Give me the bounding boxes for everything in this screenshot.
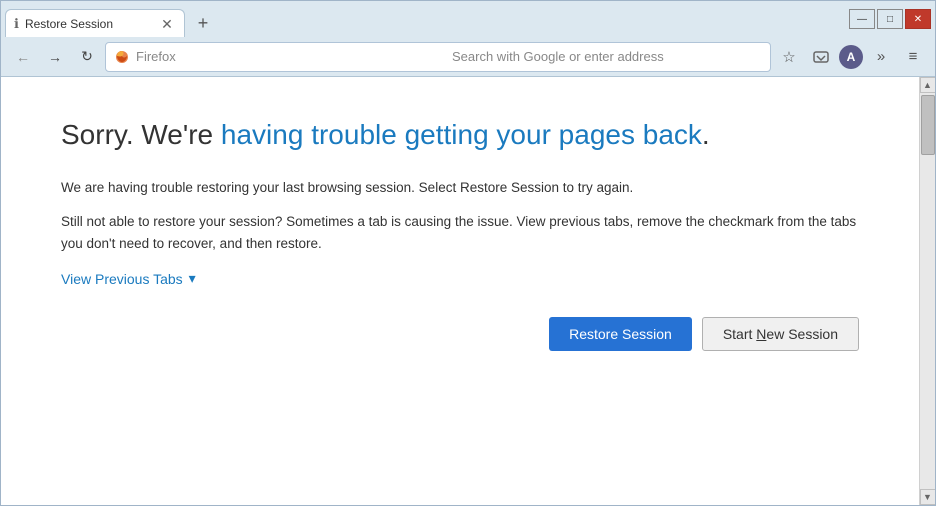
toolbar-icons: ☆ A » ≡ — [775, 43, 927, 71]
address-bar[interactable]: Firefox Search with Google or enter addr… — [105, 42, 771, 72]
pocket-button[interactable] — [807, 43, 835, 71]
active-tab[interactable]: ℹ Restore Session ✕ — [5, 9, 185, 37]
browser-window: ℹ Restore Session ✕ + — □ ✕ ← → ↻ Firefo… — [0, 0, 936, 506]
title-highlight: having trouble getting your pages back — [221, 119, 702, 150]
restore-session-button[interactable]: Restore Session — [549, 317, 692, 351]
hamburger-menu-button[interactable]: ≡ — [899, 43, 927, 71]
account-avatar[interactable]: A — [839, 45, 863, 69]
pocket-icon — [813, 49, 829, 65]
scrollbar-thumb[interactable] — [921, 95, 935, 155]
title-part2: . — [702, 119, 710, 150]
tab-close-button[interactable]: ✕ — [158, 15, 176, 33]
chevron-down-icon: ▾ — [189, 270, 196, 287]
action-buttons: Restore Session Start New Session — [61, 317, 859, 351]
maximize-button[interactable]: □ — [877, 9, 903, 29]
minimize-button[interactable]: — — [849, 9, 875, 29]
scroll-up-arrow[interactable]: ▲ — [920, 77, 936, 93]
new-underline: N — [756, 326, 766, 342]
bookmark-star-button[interactable]: ☆ — [775, 43, 803, 71]
window-controls: — □ ✕ — [845, 1, 935, 37]
content-wrap: Sorry. We're having trouble getting your… — [1, 77, 935, 505]
page-content: Sorry. We're having trouble getting your… — [1, 77, 919, 505]
address-firefox-label: Firefox — [136, 49, 446, 64]
tab-info-icon: ℹ — [14, 16, 19, 32]
description-2: Still not able to restore your session? … — [61, 211, 859, 254]
description-1: We are having trouble restoring your las… — [61, 177, 859, 199]
forward-button[interactable]: → — [41, 43, 69, 71]
scrollbar-track[interactable] — [920, 93, 935, 489]
reload-button[interactable]: ↻ — [73, 43, 101, 71]
view-previous-tabs-link[interactable]: View Previous Tabs — [61, 271, 183, 287]
tabs-area: ℹ Restore Session ✕ + — [1, 1, 845, 37]
title-bar: ℹ Restore Session ✕ + — □ ✕ — [1, 1, 935, 37]
firefox-logo-icon — [114, 49, 130, 65]
back-button[interactable]: ← — [9, 43, 37, 71]
start-new-session-button[interactable]: Start New Session — [702, 317, 859, 351]
tab-title: Restore Session — [25, 17, 152, 31]
close-button[interactable]: ✕ — [905, 9, 931, 29]
scrollbar: ▲ ▼ — [919, 77, 935, 505]
address-placeholder: Search with Google or enter address — [452, 49, 762, 64]
view-tabs-row: View Previous Tabs ▾ — [61, 270, 859, 287]
browser-toolbar: ← → ↻ Firefox Search with Google or ente… — [1, 37, 935, 77]
scroll-down-arrow[interactable]: ▼ — [920, 489, 936, 505]
new-tab-button[interactable]: + — [189, 9, 217, 37]
title-part1: Sorry. We're — [61, 119, 221, 150]
more-tools-button[interactable]: » — [867, 43, 895, 71]
page-title: Sorry. We're having trouble getting your… — [61, 117, 859, 153]
